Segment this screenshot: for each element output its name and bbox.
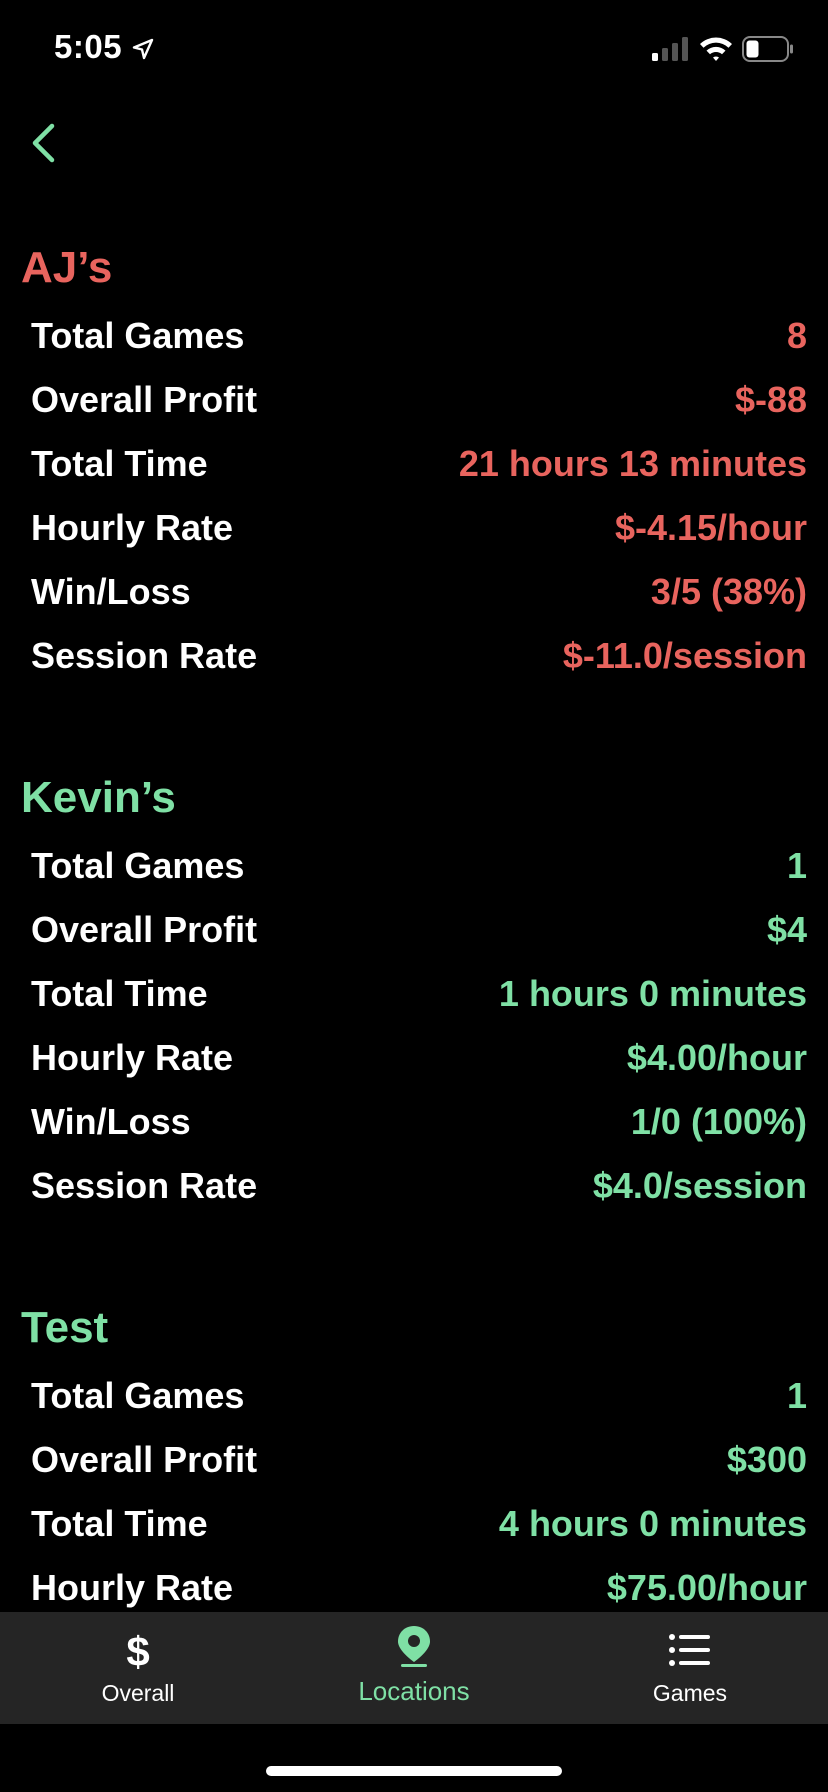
tab-bar: $ Overall Locations Games (0, 1612, 828, 1724)
stat-label: Total Time (31, 443, 208, 484)
battery-icon (742, 36, 793, 62)
stat-label: Total Games (31, 315, 245, 356)
dollar-icon: $ (126, 1628, 149, 1672)
stat-value: 4 hours 0 minutes (498, 1503, 807, 1544)
stat-value: $300 (726, 1439, 807, 1480)
locations-list[interactable]: AJ’s Total Games 8 Overall Profit $-88 Total … (0, 232, 828, 1612)
location-arrow-icon (132, 38, 154, 60)
stat-row: Total Time 1 hours 0 minutes (0, 962, 828, 1026)
location-section: Kevin’s Total Games 1 Overall Profit $4 Total… (0, 762, 828, 1218)
stat-label: Hourly Rate (31, 507, 234, 548)
stat-label: Hourly Rate (31, 1037, 234, 1078)
stat-value: 1 (786, 845, 807, 886)
stat-row: Hourly Rate $4.00/hour (0, 1026, 828, 1090)
stat-label: Win/Loss (31, 571, 191, 612)
stat-value: $-88 (734, 379, 807, 420)
stat-label: Total Time (31, 1503, 208, 1544)
list-icon (669, 1634, 710, 1666)
stat-label: Overall Profit (31, 909, 258, 950)
stat-row: Overall Profit $300 (0, 1428, 828, 1492)
stat-value: 1 (786, 1375, 807, 1416)
svg-text:$: $ (126, 1628, 149, 1672)
stat-row: Win/Loss 1/0 (100%) (0, 1090, 828, 1154)
stat-row: Overall Profit $-88 (0, 368, 828, 432)
stat-row: Total Time 21 hours 13 minutes (0, 432, 828, 496)
location-title: Test (21, 1303, 109, 1352)
tab-overall[interactable]: $ Overall (0, 1612, 276, 1724)
location-section: AJ’s Total Games 8 Overall Profit $-88 Total … (0, 232, 828, 688)
home-indicator-area (0, 1724, 828, 1792)
stat-value: $75.00/hour (606, 1567, 807, 1608)
tab-overall-label: Overall (101, 1680, 175, 1706)
stat-value: 21 hours 13 minutes (458, 443, 807, 484)
stat-label: Overall Profit (31, 1439, 258, 1480)
stat-row: Overall Profit $4 (0, 898, 828, 962)
stat-row: Total Games 8 (0, 304, 828, 368)
tab-locations-label: Locations (358, 1676, 470, 1706)
stat-label: Total Games (31, 1375, 245, 1416)
screen: 5:05 AJ’s Total Games 8 Overall Profit $-88 T… (0, 0, 828, 1792)
stat-row: Total Games 1 (0, 834, 828, 898)
stat-value: $-11.0/session (562, 635, 807, 676)
back-chevron-icon[interactable] (26, 118, 66, 168)
tab-games[interactable]: Games (552, 1612, 828, 1724)
map-pin-icon (398, 1626, 430, 1667)
stat-value: $4 (766, 909, 807, 950)
stat-value: $4.00/hour (626, 1037, 807, 1078)
stat-value: 3/5 (38%) (650, 571, 807, 612)
tab-games-label: Games (652, 1680, 728, 1706)
stat-row: Session Rate $-11.0/session (0, 624, 828, 688)
stat-row: Total Time 4 hours 0 minutes (0, 1492, 828, 1556)
stat-row: Total Games 1 (0, 1364, 828, 1428)
stat-value: 8 (786, 315, 807, 356)
wifi-icon (700, 37, 732, 61)
stat-value: $-4.15/hour (614, 507, 807, 548)
location-title: AJ’s (21, 243, 113, 292)
stat-label: Win/Loss (31, 1101, 191, 1142)
stat-row: Hourly Rate $-4.15/hour (0, 496, 828, 560)
stat-label: Total Time (31, 973, 208, 1014)
stat-label: Overall Profit (31, 379, 258, 420)
stat-value: 1/0 (100%) (630, 1101, 807, 1142)
location-section: Test Total Games 1 Overall Profit $300 Total … (0, 1292, 828, 1612)
stat-label: Session Rate (31, 1165, 258, 1206)
stat-row: Session Rate $4.0/session (0, 1154, 828, 1218)
status-bar: 5:05 (0, 0, 828, 96)
stat-label: Hourly Rate (31, 1567, 234, 1608)
status-time: 5:05 (54, 28, 123, 65)
stat-value: 1 hours 0 minutes (498, 973, 807, 1014)
stat-label: Session Rate (31, 635, 258, 676)
stat-row: Hourly Rate $75.00/hour (0, 1556, 828, 1612)
home-indicator[interactable] (266, 1766, 562, 1776)
stat-value: $4.0/session (592, 1165, 807, 1206)
location-title: Kevin’s (21, 773, 176, 822)
stat-label: Total Games (31, 845, 245, 886)
stat-row: Win/Loss 3/5 (38%) (0, 560, 828, 624)
tab-locations[interactable]: Locations (276, 1612, 552, 1724)
cellular-signal-icon (652, 37, 688, 61)
